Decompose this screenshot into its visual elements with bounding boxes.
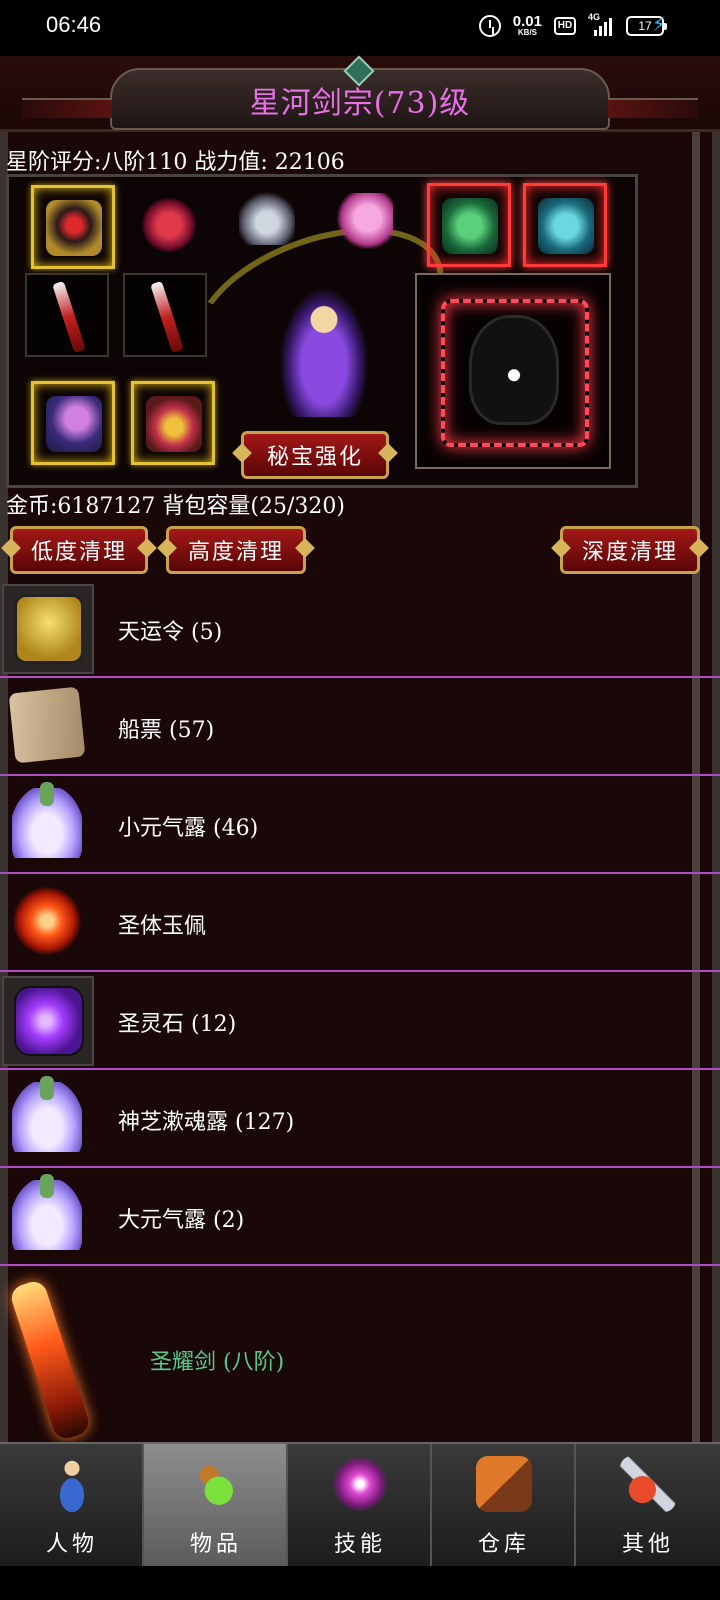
talisman-slot[interactable] (427, 183, 511, 267)
bottom-navigation: 人物 物品 技能 仓库 其他 (0, 1442, 720, 1568)
potion-icon (12, 1076, 82, 1152)
list-item[interactable]: 圣耀剑 (八阶) (0, 1266, 720, 1456)
sword-icon (150, 280, 184, 354)
status-time: 06:46 (46, 12, 102, 37)
tab-label: 人物 (45, 1532, 98, 1557)
item-thumb (2, 878, 94, 968)
item-name: 圣灵石 (12) (118, 1012, 237, 1037)
item-name: 大元气露 (2) (118, 1208, 245, 1233)
potion-icon (12, 1174, 82, 1250)
sword-icon (8, 1278, 92, 1442)
item-thumb (2, 1074, 94, 1164)
clean-deep-button[interactable]: 深度清理 (560, 526, 700, 574)
status-bar: 06:46 0.01 KB/S HD 4G 17 ⚡ (0, 0, 720, 56)
armor-slot[interactable] (129, 185, 213, 269)
network-type: 4G (588, 11, 601, 22)
item-name: 船票 (57) (118, 718, 215, 743)
item-name: 圣体玉佩 (118, 914, 207, 939)
clean-low-button[interactable]: 低度清理 (10, 526, 148, 574)
item-bag-icon (188, 1456, 244, 1512)
shoulder-icon (239, 189, 295, 245)
network-speed-value: 0.01 (512, 13, 542, 30)
item-thumb (2, 976, 94, 1066)
helmet-slot[interactable] (31, 185, 115, 269)
gold-and-bag-capacity: 金币:6187127 背包容量(25/320) (6, 494, 345, 519)
tab-label: 仓库 (477, 1532, 530, 1557)
gauntlet-slot[interactable] (325, 181, 409, 265)
tab-items[interactable]: 物品 (144, 1444, 288, 1568)
charging-icon: ⚡ (651, 12, 666, 36)
item-name: 神芝漱魂露 (127) (118, 1110, 295, 1135)
character-title: 星河剑宗(73)级 (249, 86, 471, 121)
network-speed: 0.01 KB/S (513, 14, 542, 37)
battery-level: 17 (638, 18, 652, 33)
character-avatar[interactable] (279, 287, 369, 417)
tab-label: 技能 (333, 1532, 386, 1557)
weapon-slot-left[interactable] (25, 273, 109, 357)
mount-slot[interactable] (523, 183, 607, 267)
clean-high-button[interactable]: 高度清理 (166, 526, 306, 574)
list-item[interactable]: 船票 (57) (0, 678, 720, 776)
purple-stone-icon (14, 986, 84, 1056)
item-thumb (2, 1270, 112, 1450)
item-name: 小元气露 (46) (118, 816, 259, 841)
item-thumb (2, 1172, 94, 1262)
title-bar: 星河剑宗(73)级 (0, 55, 720, 132)
scroll-icon (8, 686, 86, 764)
armor-icon (141, 197, 197, 253)
list-item[interactable]: 圣灵石 (12) (0, 972, 720, 1070)
network-speed-unit: KB/S (517, 28, 537, 37)
list-item[interactable]: 小元气露 (46) (0, 776, 720, 874)
equipment-panel: 秘宝强化 (6, 174, 638, 488)
list-item[interactable]: 神芝漱魂露 (127) (0, 1070, 720, 1168)
inventory-list: 天运令 (5) 船票 (57) 小元气露 (46) 圣体玉佩 圣灵石 (12) … (0, 580, 720, 1456)
ring-icon (46, 396, 102, 452)
potion-icon (12, 782, 82, 858)
mount-icon (538, 198, 594, 254)
item-name: 天运令 (5) (118, 620, 223, 645)
hd-icon: HD (554, 16, 576, 35)
tab-other[interactable]: 其他 (576, 1444, 720, 1568)
tab-warehouse[interactable]: 仓库 (432, 1444, 576, 1568)
person-icon (44, 1456, 100, 1512)
item-thumb (2, 584, 94, 674)
skill-orb-icon (332, 1456, 388, 1512)
helmet-icon (46, 200, 102, 256)
warehouse-icon (476, 1456, 532, 1512)
talisman-icon (442, 198, 498, 254)
sun-jade-icon (12, 886, 82, 956)
sword-icon (52, 280, 86, 354)
list-item[interactable]: 圣体玉佩 (0, 874, 720, 972)
gauntlet-icon (337, 193, 393, 249)
system-nav-area (0, 1566, 720, 1600)
weapon-slot-right[interactable] (123, 273, 207, 357)
tab-character[interactable]: 人物 (0, 1444, 144, 1568)
list-item[interactable]: 天运令 (5) (0, 580, 720, 678)
status-icons: 0.01 KB/S HD 4G 17 (478, 12, 667, 37)
ring-slot[interactable] (31, 381, 115, 465)
token-icon (14, 594, 84, 664)
item-thumb (2, 682, 94, 772)
list-item[interactable]: 大元气露 (2) (0, 1168, 720, 1266)
treasure-slot[interactable] (415, 273, 611, 469)
star-rating-power: 星阶评分:八阶110 战力值: 22106 (6, 150, 345, 175)
item-thumb (2, 780, 94, 870)
tab-label: 其他 (621, 1532, 674, 1557)
shoulder-slot[interactable] (227, 177, 311, 261)
tab-label: 物品 (189, 1532, 242, 1557)
shadow-creature-icon (469, 315, 559, 425)
item-name: 圣耀剑 (八阶) (150, 1350, 285, 1375)
signal-icon: 4G (588, 12, 614, 36)
secret-enhance-button[interactable]: 秘宝强化 (241, 431, 389, 479)
alarm-icon (478, 14, 501, 37)
other-icon (620, 1456, 676, 1512)
belt-icon (146, 396, 202, 452)
tab-skills[interactable]: 技能 (288, 1444, 432, 1568)
belt-slot[interactable] (131, 381, 215, 465)
